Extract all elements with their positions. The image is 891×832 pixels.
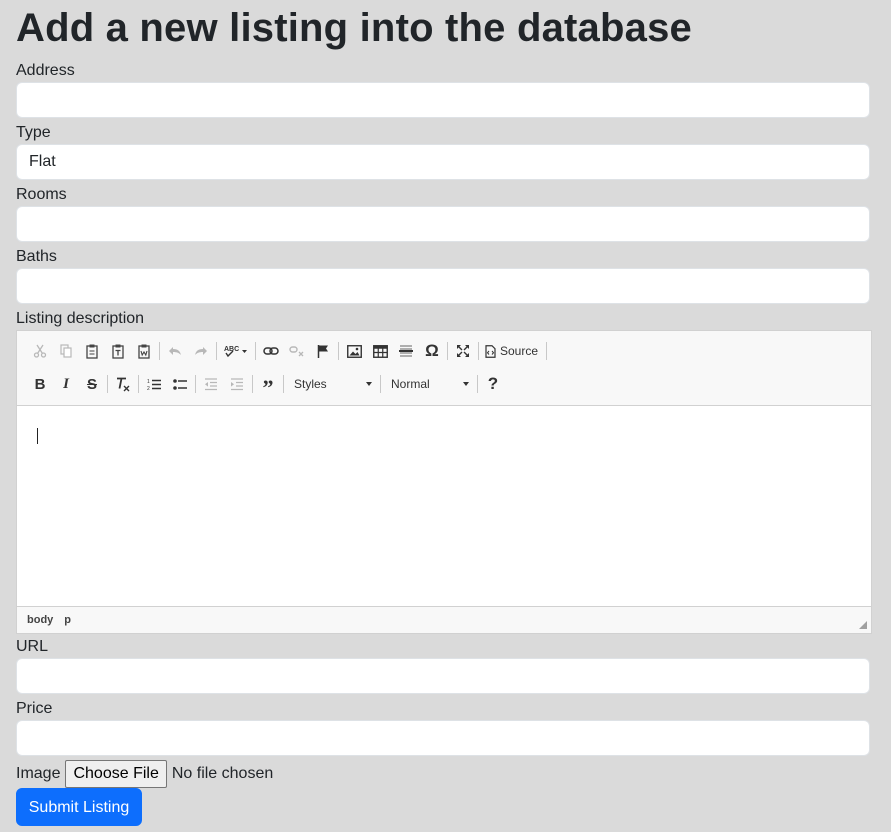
editor-content-area[interactable]: [17, 406, 871, 606]
remove-format-icon[interactable]: [110, 372, 136, 396]
chevron-down-icon: [463, 382, 469, 386]
styles-label: Styles: [294, 377, 327, 391]
rooms-label: Rooms: [16, 186, 67, 203]
blockquote-icon[interactable]: ”: [255, 372, 281, 400]
undo-icon[interactable]: [162, 339, 188, 363]
svg-text:2: 2: [147, 386, 150, 391]
unlink-icon[interactable]: [284, 339, 310, 363]
special-char-icon[interactable]: Ω: [419, 339, 445, 363]
description-label: Listing description: [16, 310, 145, 327]
increase-indent-icon[interactable]: [224, 372, 250, 396]
maximize-icon[interactable]: [450, 339, 476, 363]
italic-icon[interactable]: I: [53, 372, 79, 396]
resize-handle-icon[interactable]: [859, 621, 867, 629]
image-label: Image: [16, 765, 61, 782]
text-cursor: [37, 428, 38, 444]
svg-text:1: 1: [147, 379, 150, 385]
copy-icon[interactable]: [53, 339, 79, 363]
paste-word-icon[interactable]: [131, 339, 157, 363]
help-icon[interactable]: ?: [480, 372, 506, 396]
address-input[interactable]: [16, 82, 870, 118]
page-title: Add a new listing into the database: [16, 6, 692, 50]
baths-input[interactable]: [16, 268, 870, 304]
redo-icon[interactable]: [188, 339, 214, 363]
paste-icon[interactable]: [79, 339, 105, 363]
bulleted-list-icon[interactable]: [167, 372, 193, 396]
source-button[interactable]: Source: [481, 339, 544, 363]
cut-icon[interactable]: [27, 339, 53, 363]
type-label: Type: [16, 124, 51, 141]
editor-toolbar: ABC Ω Source B I S 1 2 ” Styles Normal ?: [17, 331, 871, 406]
chevron-down-icon: [366, 382, 372, 386]
source-icon: [485, 344, 496, 358]
bold-icon[interactable]: B: [27, 372, 53, 396]
decrease-indent-icon[interactable]: [198, 372, 224, 396]
spellcheck-icon[interactable]: ABC: [219, 339, 253, 363]
strikethrough-icon[interactable]: S: [79, 372, 105, 396]
url-input[interactable]: [16, 658, 870, 694]
table-icon[interactable]: [367, 339, 393, 363]
type-input[interactable]: Flat: [16, 144, 870, 180]
image-upload: Image Choose File No file chosen: [16, 760, 273, 788]
format-label: Normal: [391, 377, 430, 391]
baths-label: Baths: [16, 248, 57, 265]
file-status: No file chosen: [171, 765, 274, 782]
rich-text-editor: ABC Ω Source B I S 1 2 ” Styles Normal ?…: [16, 330, 872, 634]
path-item-p[interactable]: p: [64, 614, 71, 626]
editor-path-bar: body p: [17, 606, 871, 633]
format-dropdown[interactable]: Normal: [383, 372, 475, 396]
horizontal-line-icon[interactable]: [393, 339, 419, 363]
submit-listing-button[interactable]: Submit Listing: [16, 788, 142, 826]
numbered-list-icon[interactable]: 12: [141, 372, 167, 396]
anchor-flag-icon[interactable]: [310, 339, 336, 363]
source-label: Source: [500, 344, 539, 358]
link-icon[interactable]: [258, 339, 284, 363]
choose-file-button[interactable]: Choose File: [65, 760, 167, 788]
price-input[interactable]: [16, 720, 870, 756]
path-item-body[interactable]: body: [27, 614, 53, 626]
url-label: URL: [16, 638, 49, 655]
address-label: Address: [16, 62, 75, 79]
styles-dropdown[interactable]: Styles: [286, 372, 378, 396]
rooms-input[interactable]: [16, 206, 870, 242]
price-label: Price: [16, 700, 53, 717]
image-icon[interactable]: [341, 339, 367, 363]
paste-text-icon[interactable]: [105, 339, 131, 363]
